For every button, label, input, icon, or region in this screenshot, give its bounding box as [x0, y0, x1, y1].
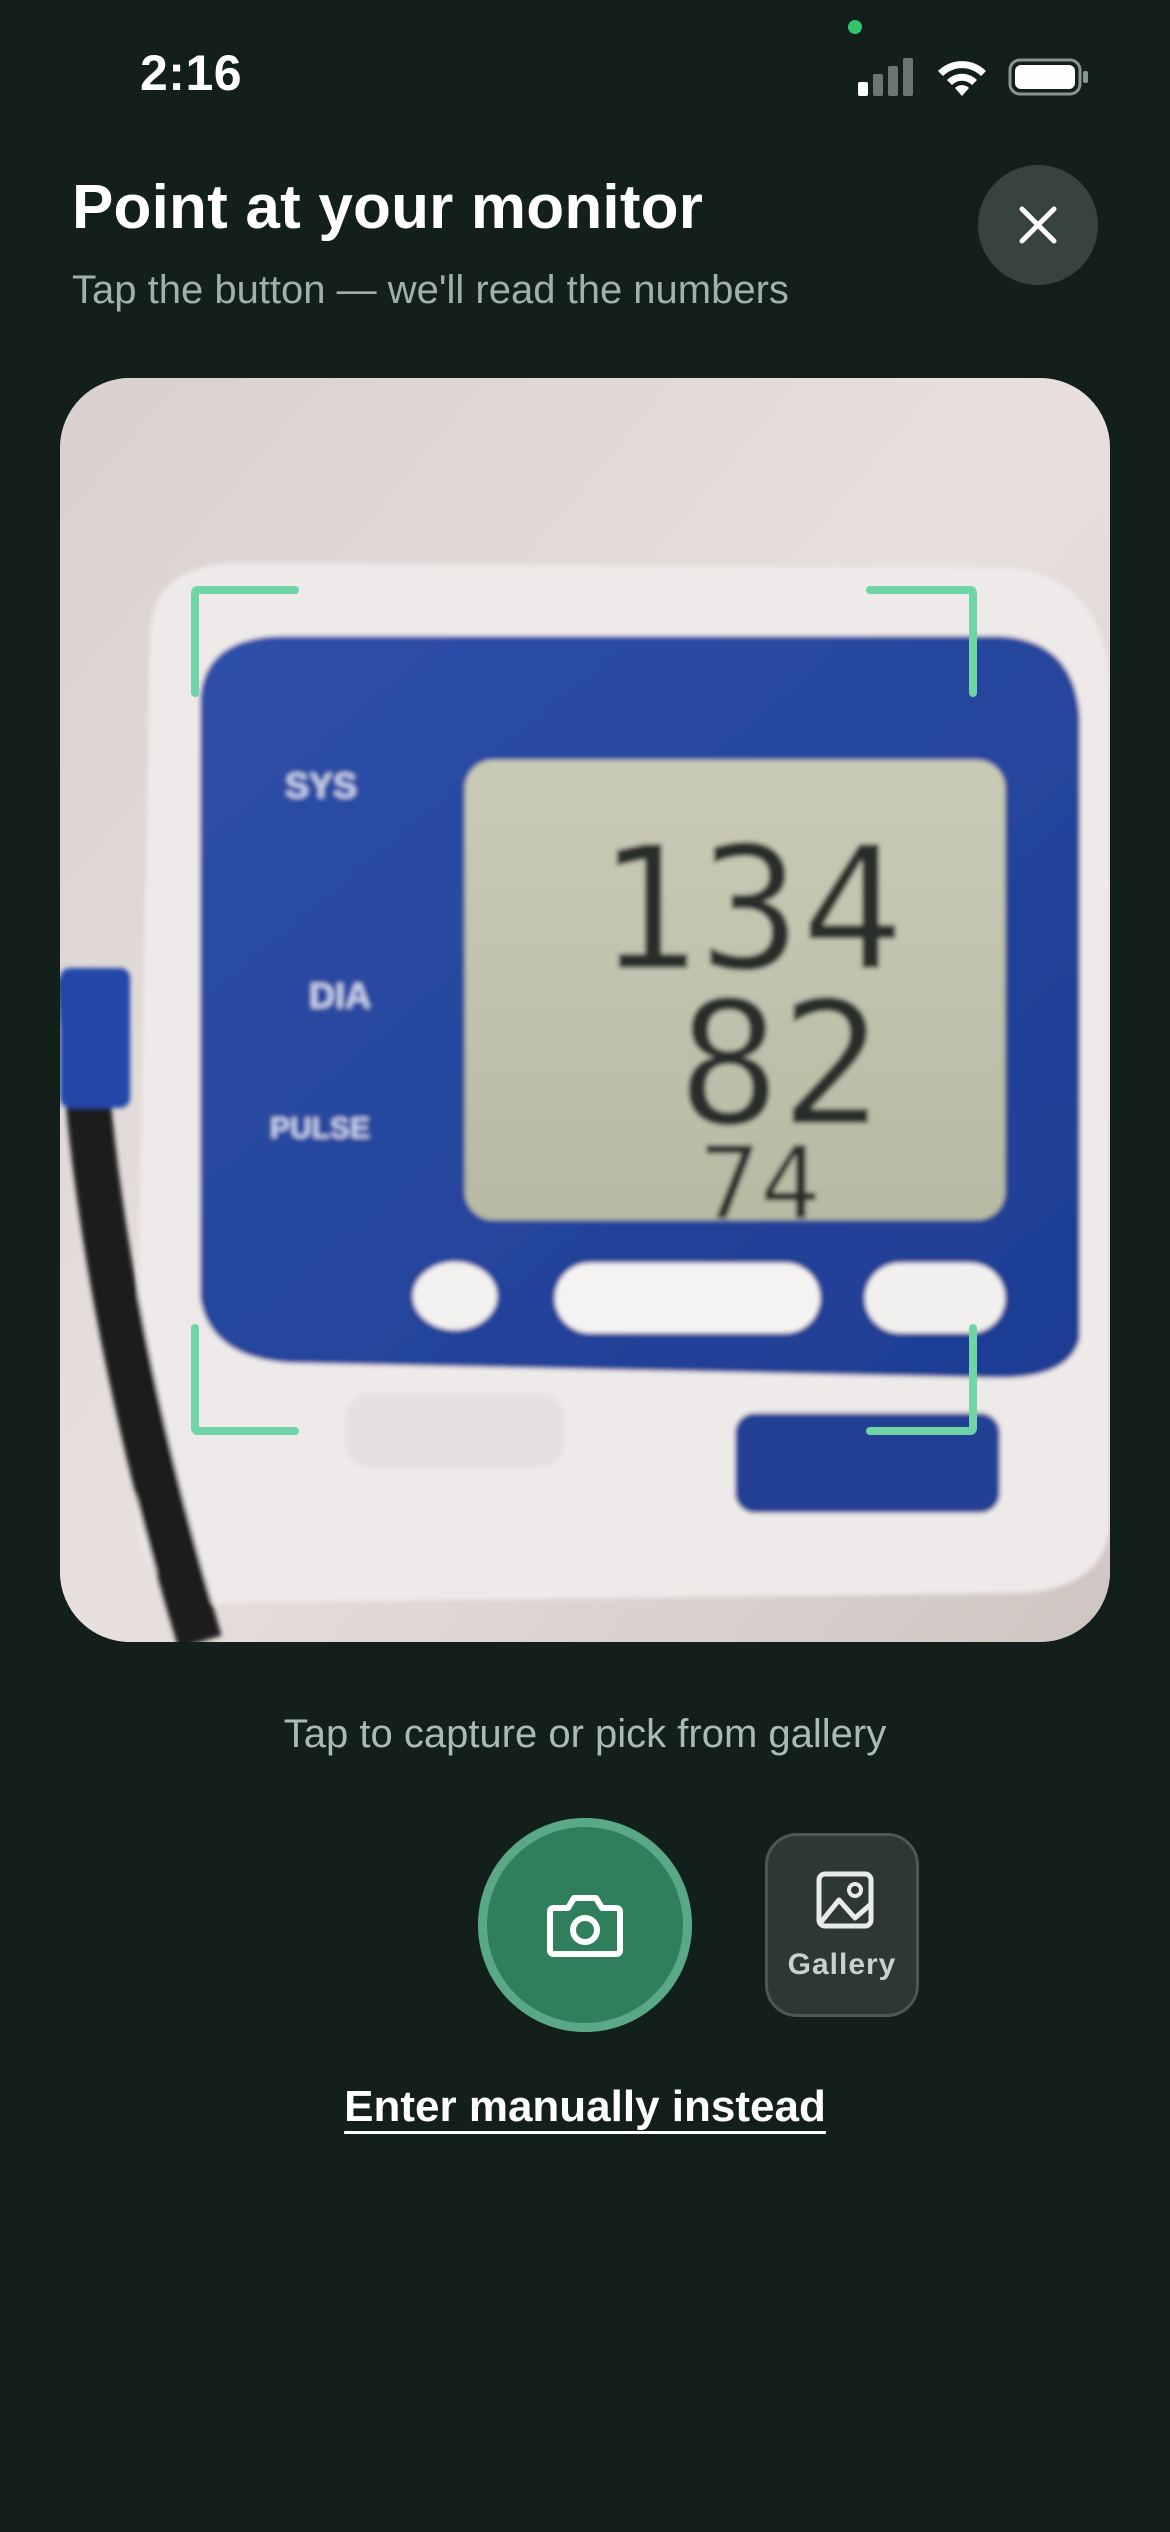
svg-text:SYS: SYS — [285, 765, 357, 806]
svg-text:PULSE: PULSE — [270, 1112, 370, 1145]
close-button[interactable] — [978, 165, 1098, 285]
enter-manually-link[interactable]: Enter manually instead — [344, 2082, 826, 2131]
capture-button[interactable] — [478, 1818, 692, 2032]
wifi-icon — [938, 61, 986, 96]
gallery-button[interactable]: Gallery — [765, 1833, 919, 2017]
status-time: 2:16 — [140, 45, 243, 101]
capture-hint: Tap to capture or pick from gallery — [283, 1712, 887, 1756]
pulse-reading: 74 — [700, 1125, 820, 1242]
camera-preview: SYS DIA PULSE 134 82 74 — [60, 378, 1110, 1642]
status-bar: 2:16 — [0, 0, 1170, 150]
page-title: Point at your monitor — [72, 173, 704, 242]
gallery-label: Gallery — [787, 1948, 897, 1981]
svg-text:DIA: DIA — [309, 975, 371, 1016]
signal-icon — [858, 58, 913, 96]
camera-indicator-dot — [848, 20, 862, 34]
camera-viewfinder[interactable]: SYS DIA PULSE 134 82 74 — [60, 378, 1110, 1642]
battery-icon — [1008, 58, 1088, 96]
manual-entry-container: Enter manually instead — [0, 2082, 1170, 2132]
camera-icon — [547, 1895, 623, 1957]
page-subtitle: Tap the button — we'll read the numbers — [72, 268, 789, 312]
close-icon — [1019, 206, 1057, 244]
image-icon — [816, 1871, 874, 1929]
scan-screen: 2:16 Point at your monitor Tap the butto… — [0, 0, 1170, 2532]
